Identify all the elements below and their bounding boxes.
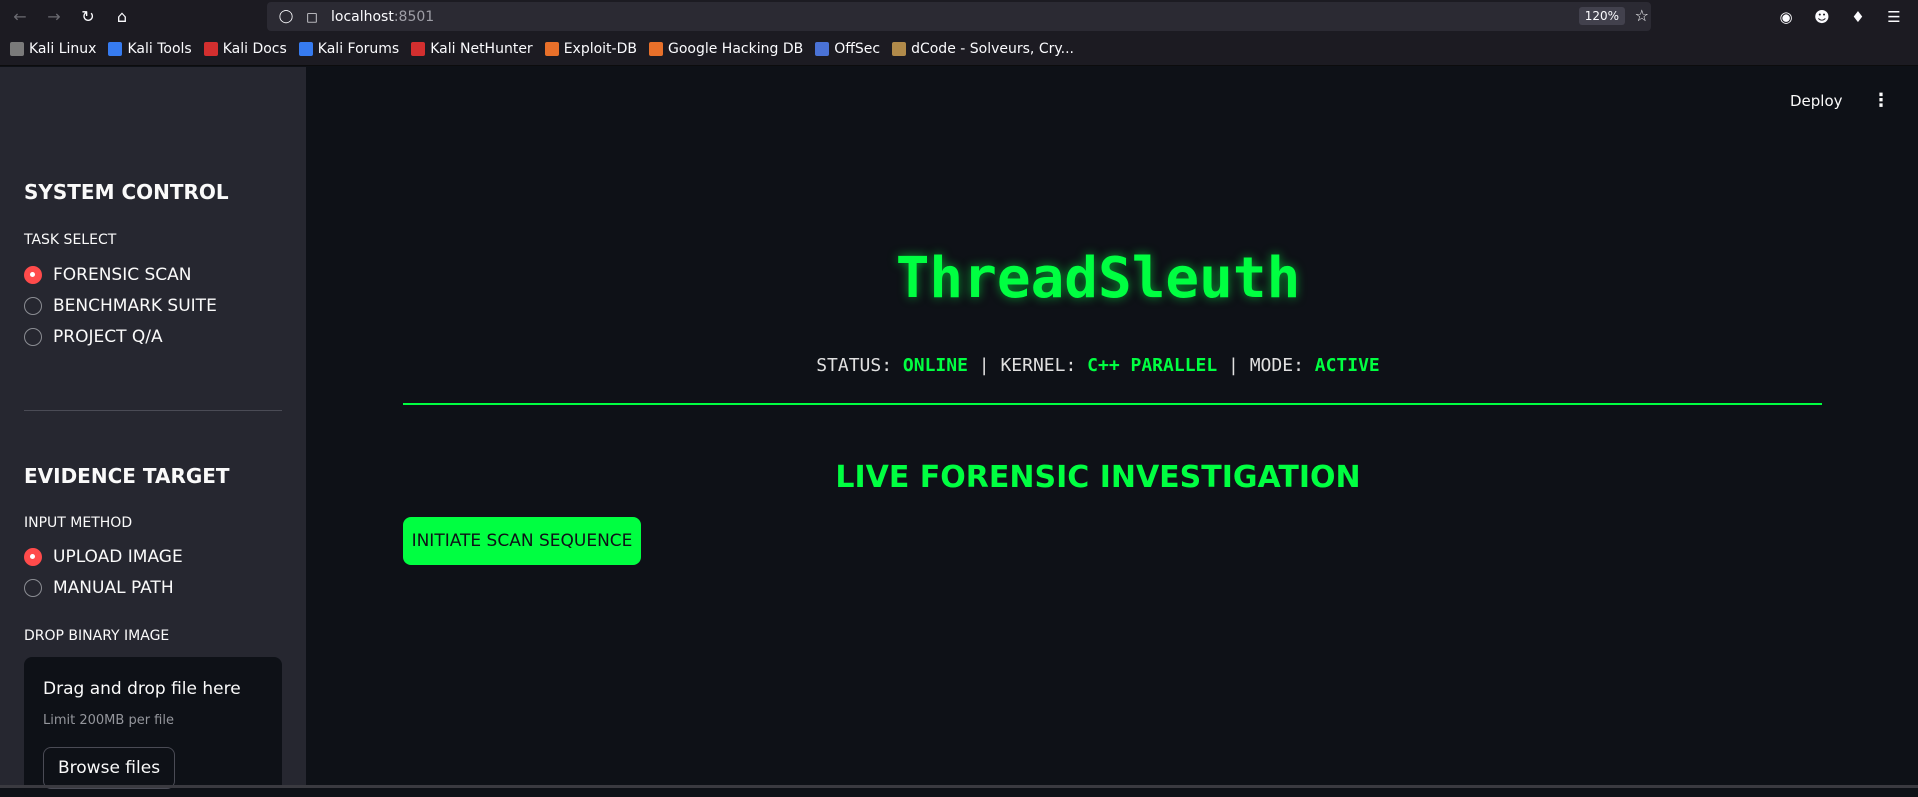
mode-key: MODE:	[1249, 355, 1315, 376]
forward-arrow-icon[interactable]: →	[40, 3, 68, 31]
radio-checked-icon[interactable]	[24, 548, 42, 566]
account-icon[interactable]: ☻	[1804, 8, 1840, 26]
kali-nethunter-icon	[411, 42, 426, 56]
extensions-icon[interactable]: ♦	[1840, 8, 1876, 26]
pocket-icon[interactable]: ◉	[1768, 8, 1804, 26]
section-heading: LIVE FORENSIC INVESTIGATION	[835, 460, 1361, 495]
radio-unchecked-icon[interactable]	[24, 328, 42, 346]
bookmark-item[interactable]: Kali Forums	[298, 41, 400, 57]
bookmark-item[interactable]: Google Hacking DB	[648, 41, 804, 57]
home-icon[interactable]: ⌂	[108, 3, 136, 31]
toolbar-right-tools: ◉ ☻ ♦ ☰	[1768, 0, 1912, 33]
url-host: localhost	[331, 8, 394, 25]
bookmark-label: Kali Tools	[127, 41, 192, 57]
drop-binary-image-label: DROP BINARY IMAGE	[24, 628, 170, 644]
kernel-value: C++ PARALLEL	[1087, 355, 1218, 376]
zoom-badge[interactable]: 120%	[1578, 7, 1625, 25]
ghdb-icon	[648, 42, 663, 56]
bookmark-item[interactable]: Kali NetHunter	[411, 41, 533, 57]
app-title: ThreadSleuth	[895, 246, 1301, 311]
bookmark-item[interactable]: OffSec	[815, 41, 880, 57]
url-port: :8501	[393, 8, 435, 25]
reload-icon[interactable]: ↻	[74, 3, 102, 31]
bookmark-label: dCode - Solveurs, Cry...	[911, 41, 1074, 57]
system-control-title: SYSTEM CONTROL	[24, 180, 229, 204]
offsec-icon	[815, 42, 830, 56]
url-bar[interactable]: ◯ □ localhost:8501 120% ☆	[267, 2, 1651, 31]
status-key: STATUS:	[816, 355, 903, 376]
bookmark-label: Exploit-DB	[563, 41, 637, 57]
bookmark-label: Google Hacking DB	[667, 41, 804, 57]
browse-files-button[interactable]: Browse files	[43, 747, 176, 789]
radio-manual-path[interactable]: MANUAL PATH	[24, 578, 174, 598]
bookmark-star-icon[interactable]: ☆	[1635, 6, 1649, 25]
initiate-scan-button[interactable]: INITIATE SCAN SEQUENCE	[403, 517, 641, 565]
separator: |	[967, 355, 1001, 376]
bookmark-item[interactable]: Kali Tools	[108, 41, 192, 57]
bookmark-label: Kali Forums	[317, 41, 400, 57]
dcode-icon	[892, 42, 907, 56]
kali-forums-icon	[298, 42, 313, 56]
more-options-icon[interactable]: ⋮	[1872, 90, 1890, 111]
bookmark-item[interactable]: dCode - Solveurs, Cry...	[892, 41, 1074, 57]
header-divider	[403, 403, 1822, 405]
radio-upload-image[interactable]: UPLOAD IMAGE	[24, 547, 183, 567]
sidebar: SYSTEM CONTROL TASK SELECT FORENSIC SCAN…	[0, 67, 306, 797]
bookmark-item[interactable]: Kali Docs	[203, 41, 287, 57]
exploit-db-icon	[544, 42, 559, 56]
deploy-button[interactable]: Deploy	[1790, 92, 1843, 110]
dropzone-title: Drag and drop file here	[43, 679, 241, 699]
back-arrow-icon[interactable]: ←	[6, 3, 34, 31]
menu-hamburger-icon[interactable]: ☰	[1876, 8, 1912, 26]
sidebar-divider	[24, 410, 282, 411]
radio-label: UPLOAD IMAGE	[53, 547, 183, 567]
separator: |	[1217, 355, 1250, 376]
bookmark-label: OffSec	[834, 41, 881, 57]
radio-label: MANUAL PATH	[53, 578, 174, 598]
bookmark-label: Kali Docs	[222, 41, 287, 57]
kali-tools-icon	[108, 42, 123, 56]
status-value: ONLINE	[902, 355, 968, 376]
shield-icon[interactable]: ◯	[275, 9, 297, 24]
kali-docs-icon	[203, 42, 218, 56]
bookmark-label: Kali Linux	[29, 41, 97, 57]
bookmark-label: Kali NetHunter	[430, 41, 533, 57]
kali-dragon-icon	[10, 42, 24, 56]
input-method-label: INPUT METHOD	[24, 515, 133, 531]
radio-label: PROJECT Q/A	[53, 327, 163, 347]
bookmarks-bar: Kali Linux Kali Tools Kali Docs Kali Forums…	[0, 33, 1918, 66]
radio-unchecked-icon[interactable]	[24, 579, 42, 597]
radio-project-qa[interactable]: PROJECT Q/A	[24, 327, 163, 347]
kernel-key: KERNEL:	[1000, 355, 1088, 376]
url-text[interactable]: localhost:8501	[331, 9, 434, 25]
bookmark-item[interactable]: Kali Linux	[10, 41, 96, 57]
status-line: STATUS: ONLINE | KERNEL: C++ PARALLEL | …	[0, 355, 1918, 376]
dropzone-limit: Limit 200MB per file	[43, 713, 174, 728]
bookmark-item[interactable]: Exploit-DB	[544, 41, 637, 57]
browser-toolbar: ← → ↻ ⌂ ◯ □ localhost:8501 120% ☆ ◉ ☻ ♦ …	[0, 0, 1918, 33]
file-dropzone[interactable]: Drag and drop file here Limit 200MB per …	[24, 657, 282, 797]
page-icon: □	[306, 9, 318, 24]
mode-value: ACTIVE	[1314, 355, 1380, 376]
